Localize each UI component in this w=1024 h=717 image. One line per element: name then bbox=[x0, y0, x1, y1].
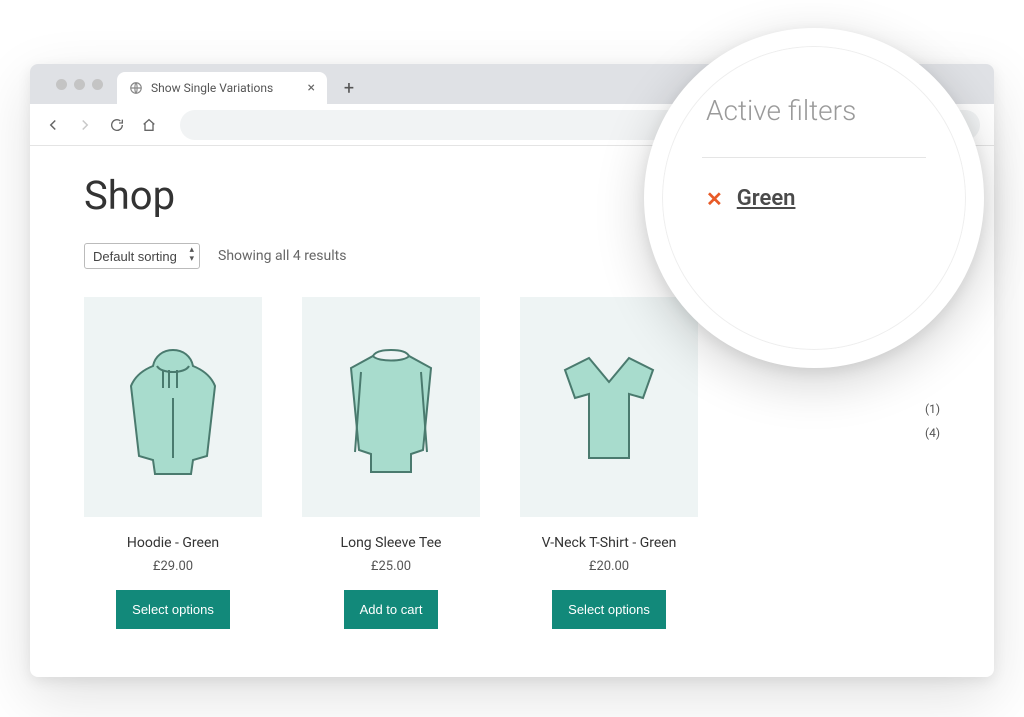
result-count: Showing all 4 results bbox=[218, 248, 346, 264]
reload-button[interactable] bbox=[108, 116, 126, 134]
add-to-cart-button[interactable]: Add to cart bbox=[344, 590, 439, 629]
globe-icon bbox=[129, 81, 143, 95]
product-grid: Hoodie - Green £29.00 Select options Lon… bbox=[84, 297, 830, 629]
filter-count: (1) bbox=[870, 402, 940, 416]
tab-title: Show Single Variations bbox=[151, 81, 273, 95]
product-title: Long Sleeve Tee bbox=[302, 535, 480, 551]
product-card[interactable]: Hoodie - Green £29.00 Select options bbox=[84, 297, 262, 629]
select-options-button[interactable]: Select options bbox=[116, 590, 230, 629]
close-tab-button[interactable]: × bbox=[308, 80, 315, 96]
active-filter-row: ✕ Green bbox=[702, 186, 926, 211]
browser-tab[interactable]: Show Single Variations × bbox=[117, 72, 327, 104]
divider bbox=[702, 157, 926, 158]
new-tab-button[interactable]: + bbox=[335, 74, 363, 102]
home-button[interactable] bbox=[140, 116, 158, 134]
product-image bbox=[520, 297, 698, 517]
product-price: £29.00 bbox=[84, 559, 262, 574]
product-title: V-Neck T-Shirt - Green bbox=[520, 535, 698, 551]
product-image bbox=[302, 297, 480, 517]
window-max-dot[interactable] bbox=[92, 79, 103, 90]
product-price: £20.00 bbox=[520, 559, 698, 574]
sort-select[interactable]: Default sorting bbox=[84, 243, 200, 269]
product-card[interactable]: V-Neck T-Shirt - Green £20.00 Select opt… bbox=[520, 297, 698, 629]
active-filters-magnifier: Active filters ✕ Green bbox=[644, 28, 984, 368]
back-button[interactable] bbox=[44, 116, 62, 134]
product-title: Hoodie - Green bbox=[84, 535, 262, 551]
remove-filter-icon[interactable]: ✕ bbox=[706, 189, 723, 209]
product-image bbox=[84, 297, 262, 517]
product-card[interactable]: Long Sleeve Tee £25.00 Add to cart bbox=[302, 297, 480, 629]
filter-count: (4) bbox=[870, 426, 940, 440]
window-close-dot[interactable] bbox=[56, 79, 67, 90]
window-controls bbox=[42, 64, 117, 104]
forward-button[interactable] bbox=[76, 116, 94, 134]
active-filter-label[interactable]: Green bbox=[737, 186, 796, 211]
active-filters-heading: Active filters bbox=[702, 94, 926, 127]
window-min-dot[interactable] bbox=[74, 79, 85, 90]
select-options-button[interactable]: Select options bbox=[552, 590, 666, 629]
product-price: £25.00 bbox=[302, 559, 480, 574]
